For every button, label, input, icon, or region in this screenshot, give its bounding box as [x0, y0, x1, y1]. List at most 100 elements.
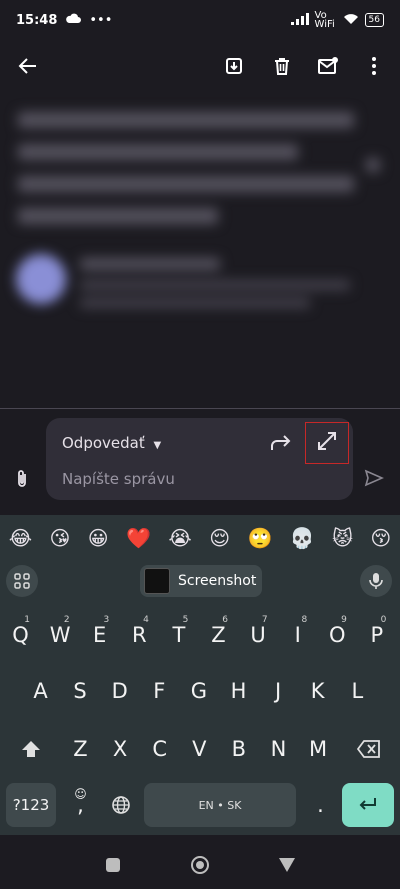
symbols-key[interactable]: ?123	[6, 783, 56, 827]
emoji-key[interactable]: 😭	[168, 526, 191, 550]
key-h[interactable]: H	[220, 669, 257, 713]
attach-icon[interactable]	[10, 468, 34, 492]
key-m-row3[interactable]: M	[300, 727, 337, 771]
shift-key[interactable]	[6, 727, 56, 771]
back-arrow-icon[interactable]	[8, 44, 48, 88]
emoji-key[interactable]: 💀	[290, 526, 315, 550]
key-p[interactable]: P0	[358, 613, 395, 657]
screenshot-suggestion-chip[interactable]: Screenshot	[140, 565, 262, 597]
key-a[interactable]: A	[22, 669, 59, 713]
emoji-key[interactable]: 😾	[332, 526, 353, 550]
key-number-hint: 9	[341, 615, 347, 625]
reply-mode-dropdown[interactable]: Odpovedať ▼	[62, 434, 161, 452]
key-v-row3-label: V	[192, 737, 207, 761]
recents-icon[interactable]	[102, 854, 124, 876]
send-icon[interactable]	[364, 468, 388, 492]
key-p-label: P	[370, 623, 384, 647]
key-f[interactable]: F	[141, 669, 178, 713]
key-e[interactable]: E3	[81, 613, 118, 657]
key-i[interactable]: I8	[279, 613, 316, 657]
key-l-label: L	[351, 679, 364, 703]
key-s-label: S	[73, 679, 87, 703]
reply-compose-box[interactable]: Odpovedať ▼ Napíšte správu	[46, 418, 353, 500]
key-o-label: O	[329, 623, 346, 647]
key-s[interactable]: S	[62, 669, 99, 713]
key-z-row3[interactable]: Z	[62, 727, 99, 771]
apps-grid-icon[interactable]	[6, 565, 38, 597]
key-c-row3-label: C	[152, 737, 168, 761]
shift-icon	[22, 741, 40, 757]
back-triangle-icon[interactable]	[276, 854, 298, 876]
cloud-icon	[65, 12, 82, 28]
key-n-row3[interactable]: N	[260, 727, 297, 771]
key-d[interactable]: D	[101, 669, 138, 713]
microphone-icon[interactable]	[360, 565, 392, 597]
key-f-label: F	[153, 679, 166, 703]
key-x-row3-label: X	[112, 737, 128, 761]
globe-icon	[111, 796, 130, 814]
key-t[interactable]: T5	[160, 613, 197, 657]
dropdown-arrow-icon: ▼	[153, 440, 162, 451]
mark-unread-icon[interactable]	[308, 44, 348, 88]
enter-key[interactable]	[342, 783, 394, 827]
home-icon[interactable]	[189, 854, 211, 876]
key-j[interactable]: J	[260, 669, 297, 713]
emoji-key[interactable]: ❤️	[126, 526, 151, 550]
forward-icon[interactable]	[268, 430, 294, 456]
emoji-key[interactable]: 😂	[9, 526, 32, 550]
key-number-hint: 4	[143, 615, 149, 625]
key-m-row3-label: M	[309, 737, 328, 761]
language-key[interactable]	[102, 783, 139, 827]
wifi-icon	[343, 13, 359, 28]
key-b-row3[interactable]: B	[220, 727, 257, 771]
key-g[interactable]: G	[180, 669, 217, 713]
emoji-key[interactable]: 😘	[50, 526, 71, 550]
key-g-label: G	[190, 679, 208, 703]
key-w[interactable]: W2	[42, 613, 79, 657]
key-n-row3-label: N	[270, 737, 287, 761]
enter-icon	[359, 798, 376, 810]
battery-indicator: 56	[364, 13, 384, 27]
key-x-row3[interactable]: X	[102, 727, 139, 771]
key-r[interactable]: R4	[121, 613, 158, 657]
period-key-label: .	[317, 793, 324, 817]
key-b-row3-label: B	[231, 737, 247, 761]
keyboard-toolbar: Screenshot	[0, 563, 400, 599]
emoji-key[interactable]: 😀	[88, 526, 109, 550]
key-v-row3[interactable]: V	[181, 727, 218, 771]
key-u-label: U	[250, 623, 266, 647]
screenshot-thumbnail	[144, 568, 170, 594]
emoji-key[interactable]: 😌	[209, 526, 230, 550]
archive-icon[interactable]	[214, 44, 254, 88]
period-key[interactable]: .	[302, 783, 339, 827]
backspace-key[interactable]	[344, 727, 394, 771]
more-options-icon[interactable]	[354, 44, 394, 88]
emoji-key[interactable]: 🙄	[247, 526, 272, 550]
emoji-hint-icon: ☺	[74, 787, 87, 801]
key-q[interactable]: Q1	[2, 613, 39, 657]
message-input[interactable]: Napíšte správu	[62, 470, 175, 488]
key-number-hint: 2	[63, 615, 70, 625]
key-u[interactable]: U7	[240, 613, 277, 657]
key-c-row3[interactable]: C	[141, 727, 178, 771]
key-number-hint: 1	[24, 615, 30, 625]
comma-key[interactable]: ☺,	[62, 783, 99, 827]
key-o[interactable]: O9	[319, 613, 356, 657]
key-i-label: I	[294, 623, 301, 647]
key-z-label: Z	[211, 623, 226, 647]
emoji-key[interactable]: 😚	[370, 526, 391, 550]
space-key[interactable]: EN • SK	[144, 783, 296, 827]
key-d-label: D	[111, 679, 128, 703]
key-w-label: W	[49, 623, 71, 647]
key-k[interactable]: K	[299, 669, 336, 713]
delete-icon[interactable]	[262, 44, 302, 88]
key-a-label: A	[33, 679, 48, 703]
key-z[interactable]: Z6	[200, 613, 237, 657]
signal-icon	[290, 12, 309, 28]
vowifi-label: Vo WiFi	[314, 10, 335, 30]
expand-compose-button[interactable]	[305, 422, 349, 464]
divider	[0, 408, 400, 409]
more-notifications-icon: •••	[89, 12, 113, 28]
key-l[interactable]: L	[339, 669, 376, 713]
backspace-icon	[357, 740, 380, 758]
